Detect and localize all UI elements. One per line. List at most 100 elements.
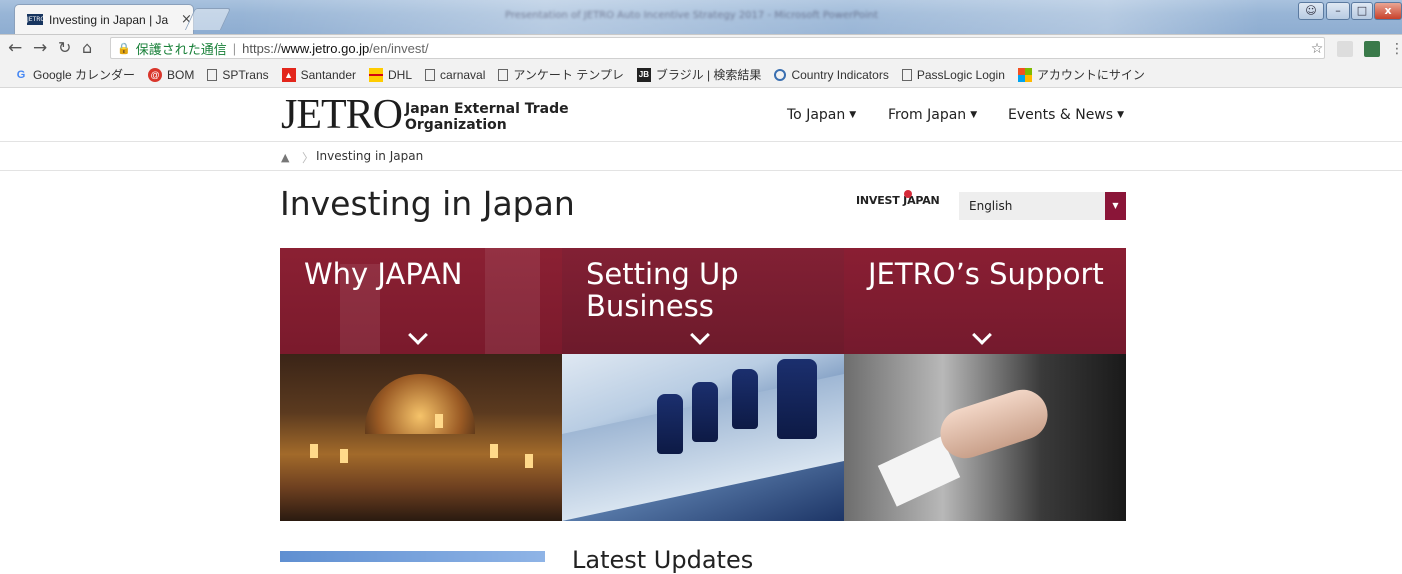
page-icon	[901, 68, 912, 81]
page-icon	[207, 68, 218, 81]
bookmark-sptrans[interactable]: SPTrans	[207, 67, 269, 82]
bookmark-label: Google カレンダー	[33, 68, 136, 82]
close-window-button[interactable]: x	[1374, 2, 1402, 20]
lit-window	[435, 414, 443, 428]
breadcrumb-current: Investing in Japan	[316, 149, 424, 163]
nav-to-japan[interactable]: To Japan ▼	[787, 107, 856, 123]
lit-window	[310, 444, 318, 458]
handshake-photo	[844, 354, 1126, 521]
back-icon[interactable]: ←	[8, 38, 22, 58]
tile-why-japan[interactable]: Why JAPAN	[280, 248, 562, 521]
nav-from-japan[interactable]: From Japan ▼	[888, 107, 977, 123]
address-bar[interactable]: 🔒 保護された通信 | https:// www.jetro.go.jp /en…	[110, 37, 1325, 59]
tab-title: Investing in Japan | Ja	[49, 12, 169, 27]
santander-icon: ▲	[281, 67, 296, 82]
site-header: JETRO Japan External Trade Organization …	[0, 89, 1402, 142]
browser-titlebar: Presentation of JETRO Auto Incentive Str…	[0, 0, 1402, 34]
page-icon	[498, 68, 509, 81]
tile-label: Why JAPAN	[304, 257, 463, 291]
reload-icon[interactable]: ↻	[58, 38, 71, 58]
bookmark-label: carnaval	[440, 67, 486, 82]
tokyo-station-photo	[280, 354, 562, 521]
bookmark-dhl[interactable]: DHL	[369, 67, 413, 82]
bookmark-survey-template[interactable]: アンケート テンプレ	[498, 66, 624, 83]
bookmark-label: Santander	[300, 67, 357, 82]
profile-icon[interactable]: ☺	[1298, 2, 1324, 20]
language-value: English	[969, 199, 1013, 213]
microsoft-icon	[1017, 67, 1032, 82]
logo-red-dot	[904, 190, 912, 198]
jetro-logo[interactable]: JETRO	[281, 94, 403, 136]
tile-jetro-support[interactable]: JETRO’s Support	[844, 248, 1126, 521]
bookmark-label: SPTrans	[222, 67, 269, 82]
home-icon[interactable]: ▲	[281, 151, 289, 164]
breadcrumb-chevron-icon: 〉	[302, 151, 315, 165]
dhl-icon	[369, 67, 384, 82]
url-path: /en/invest/	[369, 40, 429, 56]
logo-line-2: Organization	[405, 117, 507, 133]
menu-icon[interactable]: ⋮	[1390, 41, 1402, 57]
browser-toolbar: ← → ↻ ⌂ 🔒 保護された通信 | https:// www.jetro.g…	[0, 34, 1402, 62]
lit-window	[490, 444, 498, 458]
jetro-favicon-icon: JETRO	[27, 14, 46, 25]
bookmark-google-calendar[interactable]: G Google カレンダー	[14, 66, 135, 83]
home-icon[interactable]: ⌂	[82, 38, 92, 58]
jetro-logo-text[interactable]: Japan External Trade Organization	[405, 101, 569, 133]
bookmark-label: アカウントにサイン	[1036, 68, 1145, 82]
logo-line-1: Japan External Trade	[405, 101, 569, 117]
circle-icon	[774, 68, 787, 81]
invest-logo-text: INVEST JAPAN	[856, 194, 940, 207]
nav-label: Events & News	[1008, 107, 1114, 123]
extension-icon[interactable]	[1364, 41, 1380, 57]
conference-room-photo	[562, 354, 844, 521]
feature-tiles: Why JAPAN Setting Up Business JETRO’s Su…	[280, 248, 1126, 521]
bookmark-country-indicators[interactable]: Country Indicators	[774, 67, 889, 82]
google-icon: G	[16, 68, 26, 81]
star-icon[interactable]: ☆	[1309, 41, 1325, 57]
bookmark-brazil-search[interactable]: JB ブラジル | 検索結果	[636, 66, 762, 83]
language-select[interactable]: English ▼	[959, 192, 1126, 220]
bookmark-santander[interactable]: ▲ Santander	[281, 67, 357, 82]
handshake	[933, 383, 1055, 465]
caret-down-icon: ▼	[1117, 110, 1124, 120]
bookmark-label: アンケート テンプレ	[513, 68, 624, 82]
page-icon	[425, 68, 436, 81]
lock-icon: 🔒	[117, 42, 131, 55]
forward-icon[interactable]: →	[33, 38, 47, 58]
bookmark-label: Country Indicators	[791, 67, 889, 82]
chair	[732, 369, 758, 429]
bookmark-label: DHL	[388, 67, 413, 82]
address-separator: |	[232, 40, 237, 56]
tile-label: Setting Up Business	[586, 257, 739, 323]
caret-down-icon: ▼	[849, 110, 857, 120]
updates-thumbnail[interactable]	[280, 551, 545, 562]
bookmark-carnaval[interactable]: carnaval	[425, 68, 485, 82]
latest-updates-heading: Latest Updates	[572, 546, 754, 574]
skyline-building	[485, 248, 540, 354]
url-host: www.jetro.go.jp	[281, 40, 370, 56]
chevron-down-icon: ▼	[1105, 192, 1126, 220]
tile-setting-up-business[interactable]: Setting Up Business	[562, 248, 844, 521]
maximize-button[interactable]: □	[1351, 2, 1373, 20]
extension-icon[interactable]	[1337, 41, 1353, 57]
chair	[692, 382, 718, 442]
nav-label: From Japan	[888, 107, 967, 123]
bookmark-label: ブラジル | 検索結果	[655, 68, 762, 82]
minimize-button[interactable]: –	[1326, 2, 1350, 20]
nav-label: To Japan	[787, 107, 846, 123]
browser-tab-active[interactable]: JETRO Investing in Japan | Ja ×	[14, 4, 194, 34]
bookmark-bom[interactable]: @ BOM	[148, 67, 194, 82]
jb-icon: JB	[636, 67, 651, 82]
url-scheme: https://	[242, 40, 282, 56]
invest-japan-logo[interactable]: INVEST JAPAN	[856, 190, 940, 207]
lit-window	[340, 449, 348, 463]
caret-down-icon: ▼	[970, 110, 978, 120]
bookmark-passlogic[interactable]: PassLogic Login	[901, 67, 1005, 82]
bookmark-microsoft-signin[interactable]: アカウントにサイン	[1017, 66, 1145, 83]
secure-label: 保護された通信	[135, 41, 227, 57]
nav-events-news[interactable]: Events & News ▼	[1008, 107, 1124, 123]
bom-icon: @	[148, 67, 163, 82]
tile-label: JETRO’s Support	[868, 257, 1104, 291]
bookmark-label: PassLogic Login	[916, 67, 1005, 82]
breadcrumb: ▲ 〉 Investing in Japan	[0, 142, 1402, 171]
